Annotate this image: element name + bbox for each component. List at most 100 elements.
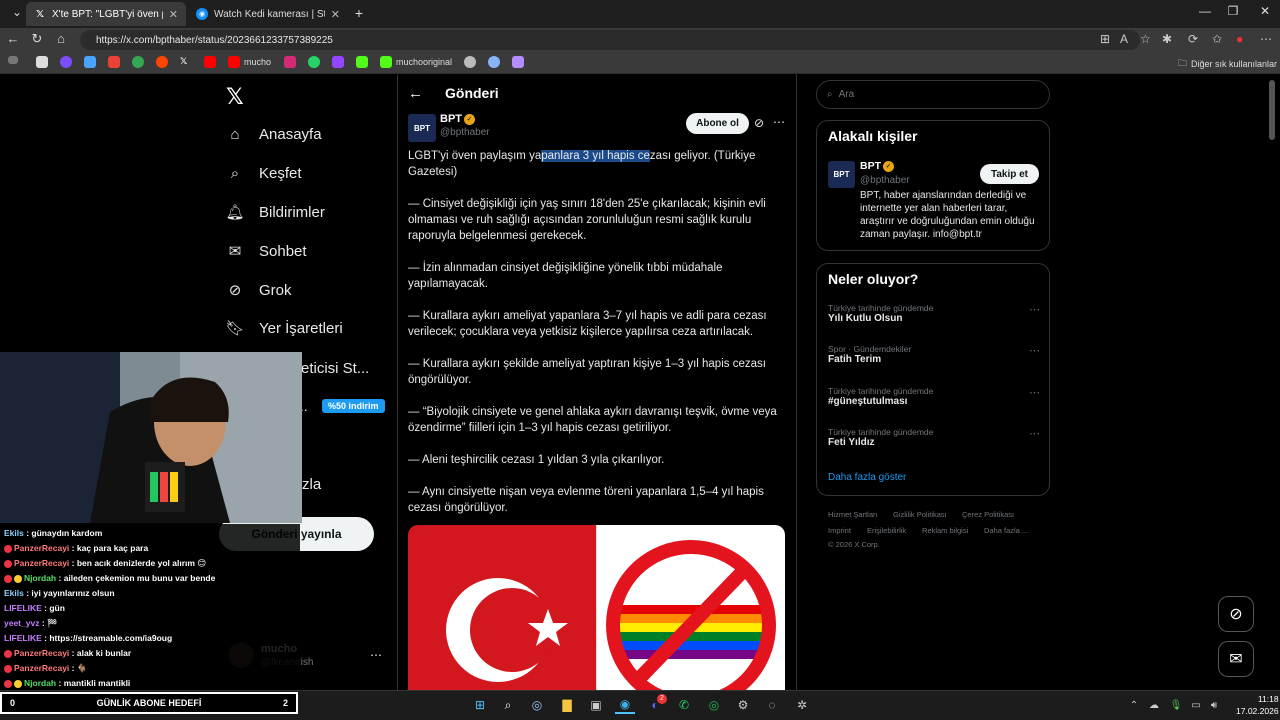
x-icon[interactable]: 𝕏 [180,56,187,67]
youtube-icon[interactable] [204,56,216,68]
bookmark-icon[interactable] [60,56,72,68]
favorite-icon[interactable]: ☆ [1140,32,1151,46]
footer-link[interactable]: Çerez Politikası [962,510,1014,519]
back-icon[interactable]: ← [2,31,24,46]
bookmark-muchooriginal[interactable]: muchooriginal [380,56,452,68]
grok-icon[interactable]: ⊘ [754,116,764,130]
reddit-icon[interactable] [156,56,168,68]
bookmark-icon[interactable] [512,56,524,68]
related-handle[interactable]: @bpthaber [860,175,910,186]
nav-notifications[interactable]: 🔔︎ Bildirimler [225,200,324,224]
other-bookmarks[interactable]: 🗀 Diğer sık kullanılanlar [1178,56,1277,72]
more-options-icon[interactable]: ⋯ [1029,427,1040,440]
show-more-link[interactable]: Daha fazla göster [828,472,906,483]
app-icon[interactable]: ✲ [792,696,812,714]
tray-overflow-icon[interactable]: ⌃ [1124,696,1144,714]
x-logo-icon[interactable]: 𝕏 [226,84,244,110]
whatsapp-icon[interactable]: ✆ [674,696,694,714]
related-name[interactable]: BPT ✓ [860,160,894,172]
follow-button[interactable]: Takip et [980,164,1039,184]
store-icon[interactable]: ▣ [586,696,606,714]
folder-icon[interactable]: ▇ [557,696,577,714]
app-icon[interactable]: ⚙ [733,696,753,714]
footer-link[interactable]: Daha fazla ... [984,526,1028,535]
app-icon[interactable]: ⊞ [1100,32,1110,46]
new-tab-button[interactable]: + [344,5,374,21]
extensions-icon[interactable]: ✱ [1162,32,1172,46]
bookmark-icon[interactable] [488,56,500,68]
trend-item[interactable]: Spor · Gündemdekiler Fatih Terim ⋯ [828,344,1040,365]
twitch-icon[interactable] [332,56,344,68]
nav-creator-studio[interactable]: reticisi St... [296,356,369,380]
whatsapp-icon[interactable] [308,56,320,68]
refresh-icon[interactable]: ↻ [26,31,48,47]
home-icon[interactable]: ⌂ [50,31,72,46]
kick-icon[interactable] [356,56,368,68]
back-arrow-icon[interactable]: ← [408,85,423,102]
network-icon[interactable]: ▭ [1186,696,1206,714]
grok-fab-icon[interactable]: ⊘ [1218,596,1254,632]
gmail-icon[interactable] [108,56,120,68]
scrollbar[interactable] [1269,80,1275,140]
messages-fab-icon[interactable]: ✉ [1218,641,1254,677]
search-icon[interactable]: ⌕ [498,696,518,714]
read-aloud-icon[interactable]: A [1120,32,1128,46]
more-options-icon[interactable]: ⋯ [773,115,785,129]
nav-chat[interactable]: ✉ Sohbet [226,239,307,263]
bookmark-icon[interactable] [8,56,18,64]
bookmark-icon[interactable] [464,56,476,68]
profile-icon[interactable]: ● [1236,32,1243,46]
account-menu-icon[interactable]: ⋯ [370,648,382,662]
author-name[interactable]: BPT ✓ [440,113,475,125]
nav-more[interactable]: zla [302,472,321,496]
maximize-button[interactable]: ❐ [1218,4,1248,18]
tray-app-icon[interactable]: ☁ [1144,696,1164,714]
url-field[interactable]: https://x.com/bpthaber/status/2023661233… [80,30,1140,50]
footer-link[interactable]: Hizmet Şartları [828,510,878,519]
nav-grok[interactable]: ⊘ Grok [226,278,292,302]
obs-icon[interactable]: ◌ [762,696,782,714]
trend-item[interactable]: Türkiye tarihinde gündemde #güneştutulma… [828,386,1040,407]
more-options-icon[interactable]: ⋯ [1029,386,1040,399]
more-options-icon[interactable]: ⋯ [1029,344,1040,357]
spotify-icon[interactable]: ◎ [704,696,724,714]
close-tab-icon[interactable]: ✕ [331,8,340,21]
author-avatar[interactable]: BPT [408,114,436,142]
footer-link[interactable]: Reklam bilgisi [922,526,968,535]
system-clock[interactable]: 11:18 17.02.2026 [1236,693,1279,717]
volume-icon[interactable]: 🔊︎ [1204,696,1224,714]
author-handle[interactable]: @bpthaber [440,127,490,138]
minimize-button[interactable]: — [1190,4,1220,18]
trend-item[interactable]: Türkiye tarihinde gündemde Yılı Kutlu Ol… [828,303,1040,324]
post-image[interactable] [408,525,785,690]
subscribe-button[interactable]: Abone ol [686,113,749,134]
rainbow-ban-image [596,525,785,690]
related-avatar[interactable]: BPT [828,161,855,188]
more-options-icon[interactable]: ⋯ [1029,303,1040,316]
windows-start-icon[interactable]: ⊞ [470,696,490,714]
nav-home[interactable]: ⌂ Anasayfa [226,122,321,146]
sync-icon[interactable]: ⟳ [1188,32,1198,46]
post-paragraph: — Aynı cinsiyette nişan veya evlenme tör… [408,486,764,514]
edge-icon[interactable]: ◉ [615,696,635,714]
microphone-icon[interactable]: 🎙︎ [1166,696,1186,714]
steam-icon[interactable]: ◎ [527,696,547,714]
close-tab-icon[interactable]: ✕ [169,8,178,21]
footer-link[interactable]: Imprint [828,526,851,535]
nav-bookmarks[interactable]: 🔖︎ Yer İşaretleri [225,316,342,340]
trend-item[interactable]: Türkiye tarihinde gündemde Feti Yıldız ⋯ [828,427,1040,448]
instagram-icon[interactable] [284,56,296,68]
collections-icon[interactable]: ✩ [1212,32,1222,46]
chrome-icon[interactable] [132,56,144,68]
search-input[interactable]: ⌕ Ara [816,80,1050,109]
bookmark-mucho[interactable]: mucho [228,56,271,68]
tab-streamable[interactable]: ◉ Watch Kedi kamerası | Streamable ✕ [188,2,348,26]
menu-icon[interactable]: ⋯ [1260,32,1272,46]
close-window-button[interactable]: ✕ [1250,4,1280,18]
footer-link[interactable]: Gizlilik Politikası [893,510,947,519]
bookmark-icon[interactable] [36,56,48,68]
nav-explore[interactable]: ⌕ Keşfet [226,161,302,185]
footer-link[interactable]: Erişilebilirlik [867,526,906,535]
tab-x-post[interactable]: 𝕏 X'te BPT: "LGBT'yi öven paylaşım ya ✕ [26,2,186,26]
bookmark-icon[interactable] [84,56,96,68]
